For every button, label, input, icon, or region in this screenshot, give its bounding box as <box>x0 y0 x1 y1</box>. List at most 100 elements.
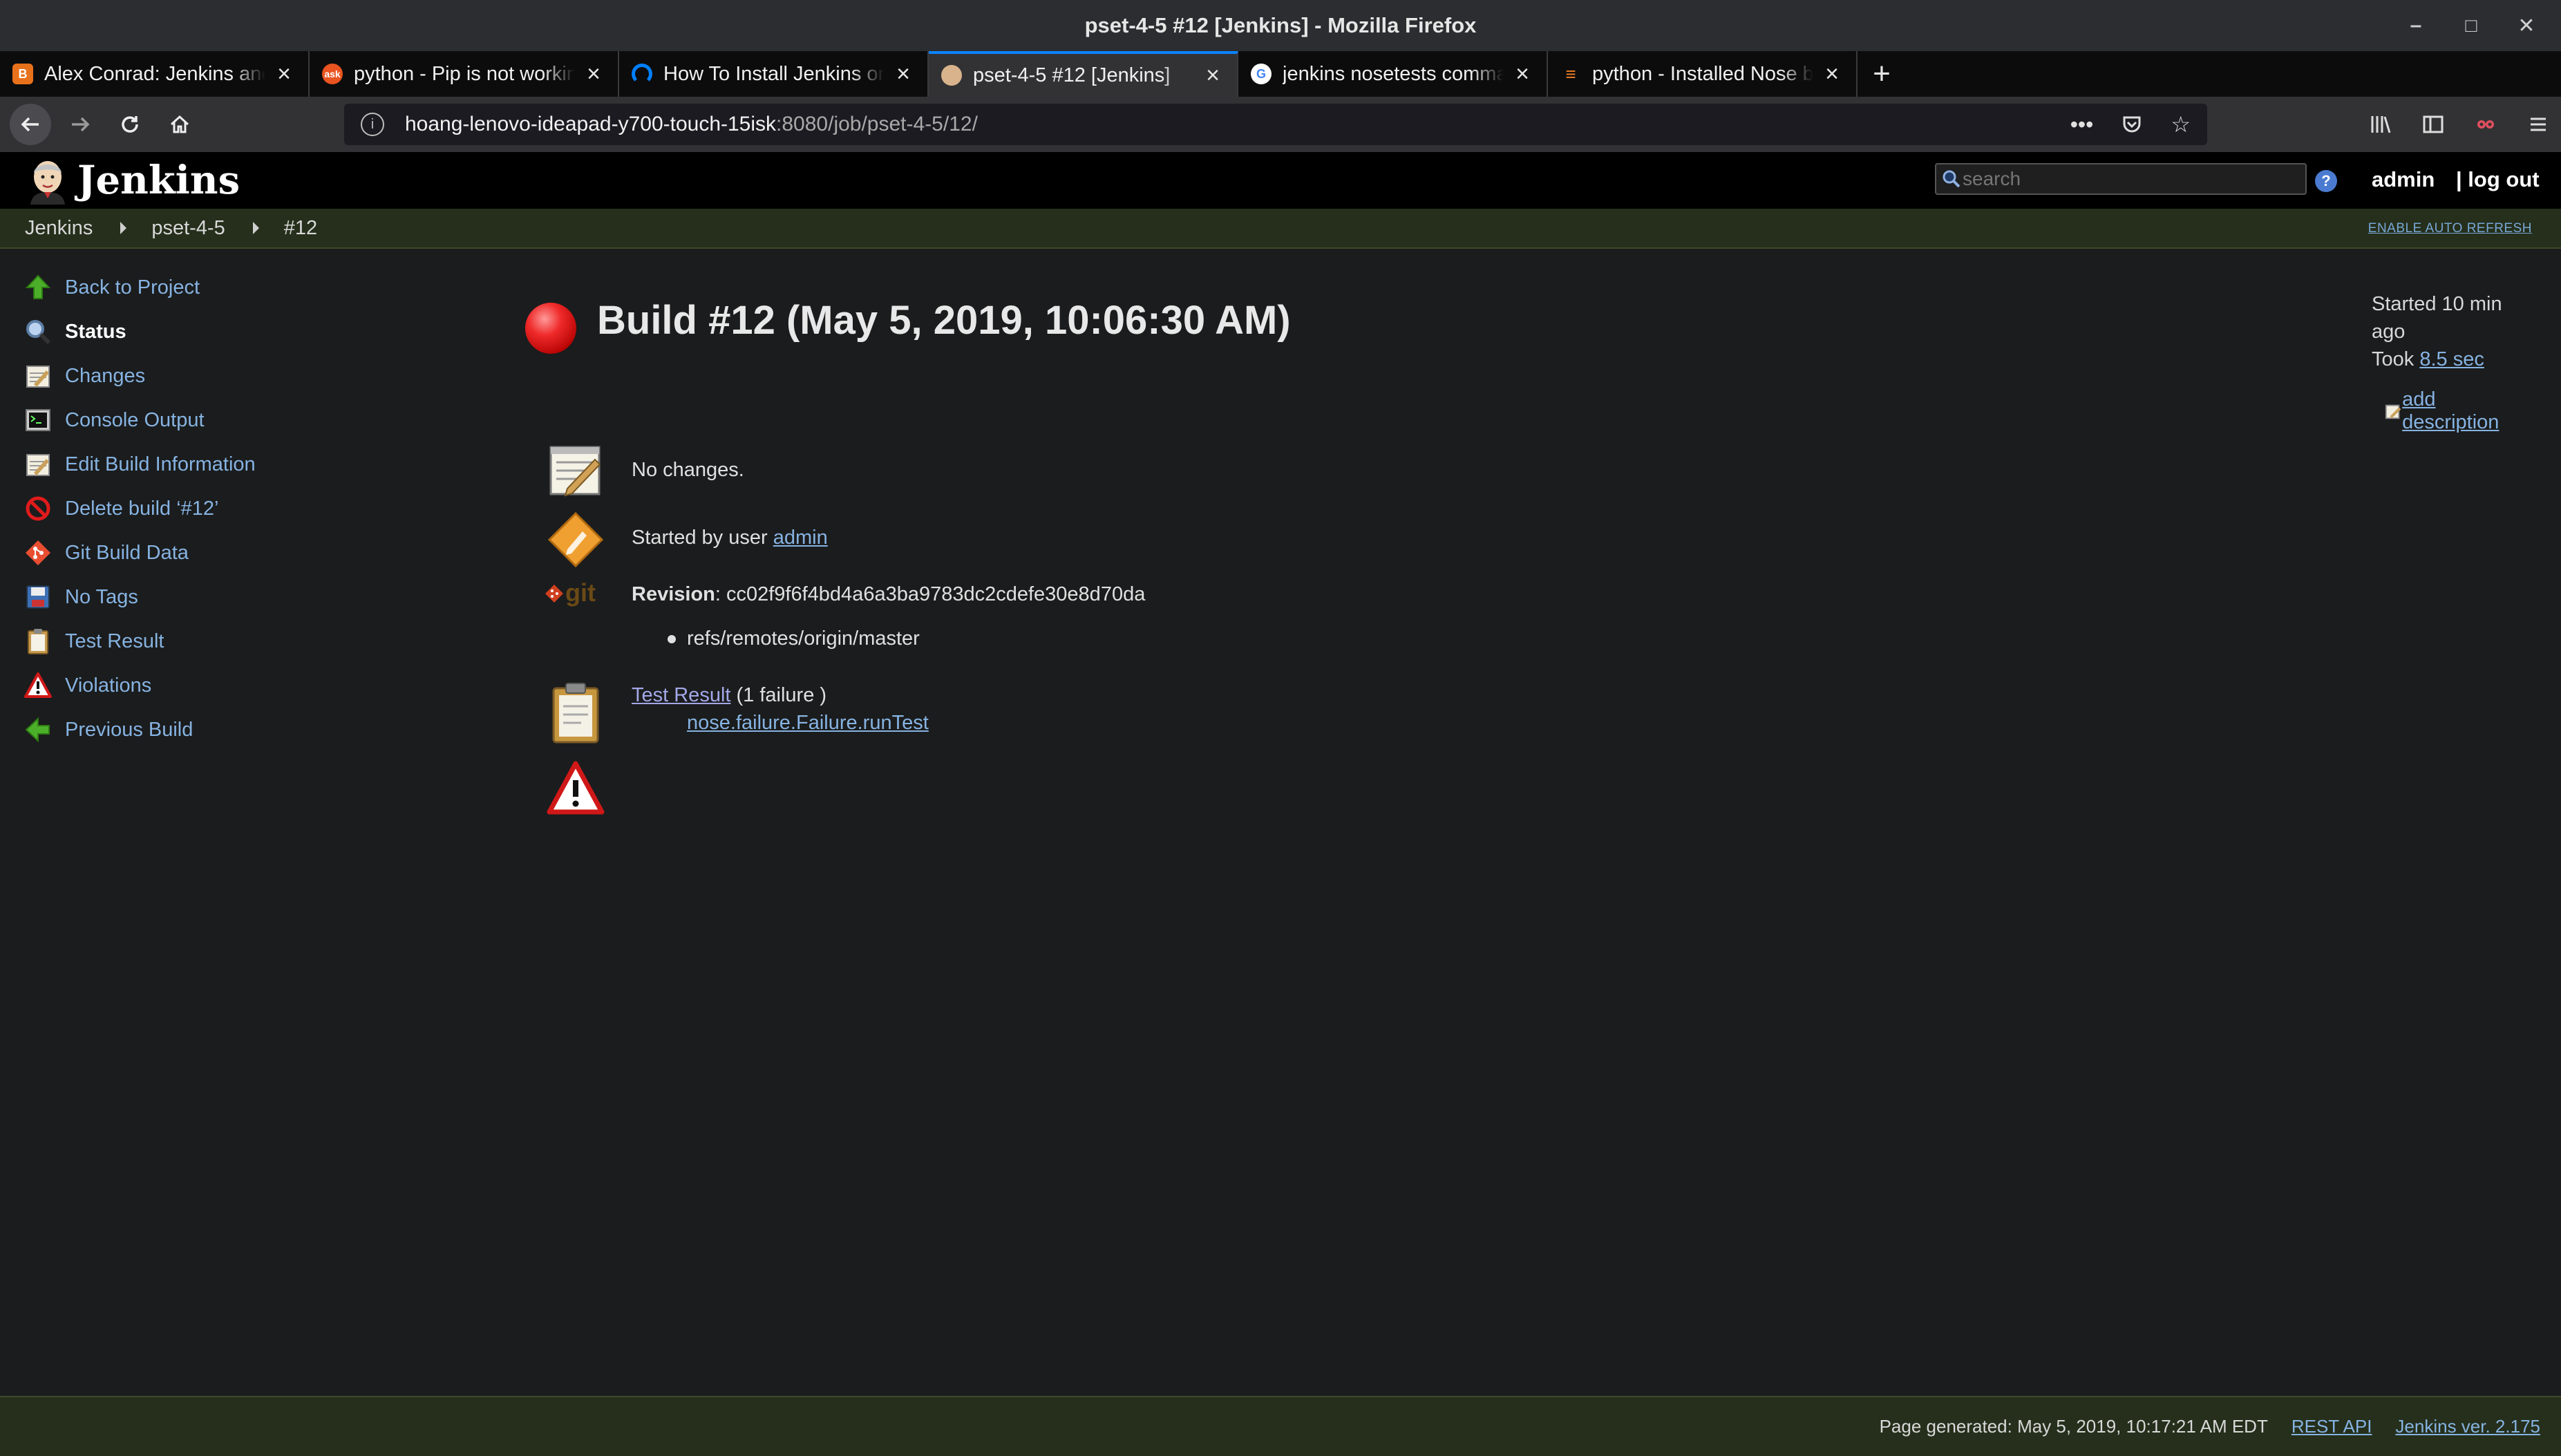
enable-auto-refresh-link[interactable]: ENABLE AUTO REFRESH <box>2368 221 2532 236</box>
bookmark-star-icon[interactable]: ☆ <box>2171 111 2191 138</box>
tab-strip: B Alex Conrad: Jenkins and × ask python … <box>0 51 2561 97</box>
breadcrumb-project[interactable]: pset-4-5 <box>151 217 225 240</box>
reload-icon <box>122 116 138 133</box>
task-test-result[interactable]: Test Result <box>22 619 437 663</box>
summary-started-by: Started by user admin <box>545 509 828 571</box>
rest-api-link[interactable]: REST API <box>2291 1416 2372 1437</box>
forward-button[interactable] <box>59 104 101 145</box>
browser-tab-active[interactable]: pset-4-5 #12 [Jenkins] × <box>929 51 1238 97</box>
summary-changes: No changes. <box>545 438 744 500</box>
add-description-link[interactable]: add description <box>2384 388 2529 434</box>
build-started: Started 10 min ago <box>2372 293 2502 343</box>
test-result-count: (1 failure ) <box>730 684 827 706</box>
task-changes[interactable]: Changes <box>22 354 437 398</box>
task-delete-build[interactable]: Delete build ‘#12’ <box>22 486 437 531</box>
task-git-build-data[interactable]: Git Build Data <box>22 531 437 575</box>
git-logo-text: git <box>565 580 596 607</box>
git-logo-icon: git <box>545 580 607 615</box>
build-duration: Took 8.5 sec <box>2372 346 2529 373</box>
home-button[interactable] <box>159 104 200 145</box>
url-bar[interactable]: i hoang-lenovo-ideapad-y700-touch-15isk:… <box>344 104 2207 145</box>
hamburger-menu-icon[interactable] <box>2526 113 2550 136</box>
search-input[interactable] <box>1961 167 2296 191</box>
window-titlebar: pset-4-5 #12 [Jenkins] - Mozilla Firefox… <box>0 0 2561 51</box>
reload-button[interactable] <box>109 104 151 145</box>
window-title: pset-4-5 #12 [Jenkins] - Mozilla Firefox <box>1084 13 1477 37</box>
task-edit-build-information[interactable]: Edit Build Information <box>22 442 437 486</box>
close-tab-icon[interactable]: × <box>272 61 296 88</box>
library-icon[interactable] <box>2369 113 2392 136</box>
task-label: Changes <box>65 364 146 387</box>
toolbar-right <box>2369 97 2550 152</box>
browser-tab[interactable]: How To Install Jenkins on × <box>619 51 929 97</box>
close-tab-icon[interactable]: × <box>891 61 915 88</box>
page-footer: Page generated: May 5, 2019, 10:17:21 AM… <box>0 1396 2561 1456</box>
summary-revision: git Revision: cc02f9f6f4bd4a6a3ba9783dc2… <box>545 580 1145 652</box>
browser-tab[interactable]: ask python - Pip is not workin × <box>310 51 619 97</box>
browser-tab[interactable]: B Alex Conrad: Jenkins and × <box>0 51 310 97</box>
close-tab-icon[interactable]: × <box>1511 61 1534 88</box>
extension-icon[interactable] <box>2474 113 2497 136</box>
back-button[interactable] <box>10 104 51 145</box>
breadcrumb: Jenkins pset-4-5 #12 ENABLE AUTO REFRESH <box>0 209 2561 249</box>
task-back-to-project[interactable]: Back to Project <box>22 265 437 310</box>
user-cause-icon <box>545 509 607 571</box>
started-by-user-link[interactable]: admin <box>773 527 828 549</box>
jenkins-icon <box>941 65 962 86</box>
revision-block: Revision: cc02f9f6f4bd4a6a3ba9783dc2cdef… <box>632 580 1145 652</box>
test-result-link[interactable]: Test Result <box>632 684 730 706</box>
task-no-tags[interactable]: No Tags <box>22 575 437 619</box>
google-icon: G <box>1251 64 1272 84</box>
task-label: Previous Build <box>65 718 193 741</box>
task-label: Back to Project <box>65 276 200 299</box>
logout-link[interactable]: | log out <box>2456 167 2540 192</box>
url-host: hoang-lenovo-ideapad-y700-touch-15isk <box>405 113 777 135</box>
pocket-icon[interactable] <box>2121 113 2143 135</box>
url-path: :8080/job/pset-4-5/12/ <box>776 113 978 135</box>
tab-label: pset-4-5 #12 [Jenkins] <box>973 64 1171 86</box>
help-icon[interactable]: ? <box>2315 170 2337 192</box>
close-window-button[interactable]: ✕ <box>2513 12 2540 39</box>
askubuntu-icon: ask <box>322 64 343 84</box>
notepad-icon <box>22 448 54 480</box>
close-tab-icon[interactable]: × <box>582 61 605 88</box>
page-actions-icon[interactable]: ••• <box>2070 112 2094 138</box>
sidebar-icon[interactable] <box>2421 113 2445 136</box>
browser-tab[interactable]: ≡ python - Installed Nose b × <box>1548 51 1858 97</box>
warning-icon <box>22 670 54 701</box>
tab-label: How To Install Jenkins on <box>663 62 885 85</box>
search-box[interactable] <box>1935 163 2307 195</box>
blogger-icon: B <box>12 64 33 84</box>
breadcrumb-jenkins[interactable]: Jenkins <box>25 217 93 240</box>
close-tab-icon[interactable]: × <box>1820 61 1844 88</box>
jenkins-version-link[interactable]: Jenkins ver. 2.175 <box>2395 1416 2540 1437</box>
build-duration-link[interactable]: 8.5 sec <box>2419 348 2484 370</box>
browser-tab[interactable]: G jenkins nosetests comma × <box>1238 51 1548 97</box>
breadcrumb-separator-icon[interactable] <box>120 222 127 234</box>
maximize-button[interactable]: □ <box>2457 12 2485 39</box>
jenkins-logo[interactable]: Jenkins <box>25 156 240 205</box>
add-description-label: add description <box>2402 388 2499 433</box>
task-violations[interactable]: Violations <box>22 663 437 708</box>
breadcrumb-build[interactable]: #12 <box>284 217 317 240</box>
close-tab-icon[interactable]: × <box>1201 62 1225 89</box>
task-label: Edit Build Information <box>65 453 256 475</box>
task-label: Git Build Data <box>65 541 189 564</box>
failed-test-link[interactable]: nose.failure.Failure.runTest <box>687 712 929 734</box>
revision-label: Revision <box>632 583 715 605</box>
side-panel: Back to Project Status Changes Console O… <box>22 265 437 752</box>
edit-description-icon <box>2385 404 2401 419</box>
user-link[interactable]: admin <box>2372 167 2435 192</box>
search-icon <box>1943 170 1960 188</box>
new-tab-button[interactable]: + <box>1858 51 1906 97</box>
task-label: Console Output <box>65 408 205 431</box>
tab-label: python - Pip is not workin <box>354 62 575 85</box>
left-arrow-icon <box>22 714 54 746</box>
task-status[interactable]: Status <box>22 310 437 354</box>
task-label: Status <box>65 320 126 343</box>
task-console-output[interactable]: Console Output <box>22 398 437 442</box>
task-previous-build[interactable]: Previous Build <box>22 708 437 752</box>
breadcrumb-separator-icon[interactable] <box>252 222 259 234</box>
minimize-button[interactable]: – <box>2402 12 2430 39</box>
site-info-icon[interactable]: i <box>361 113 384 136</box>
